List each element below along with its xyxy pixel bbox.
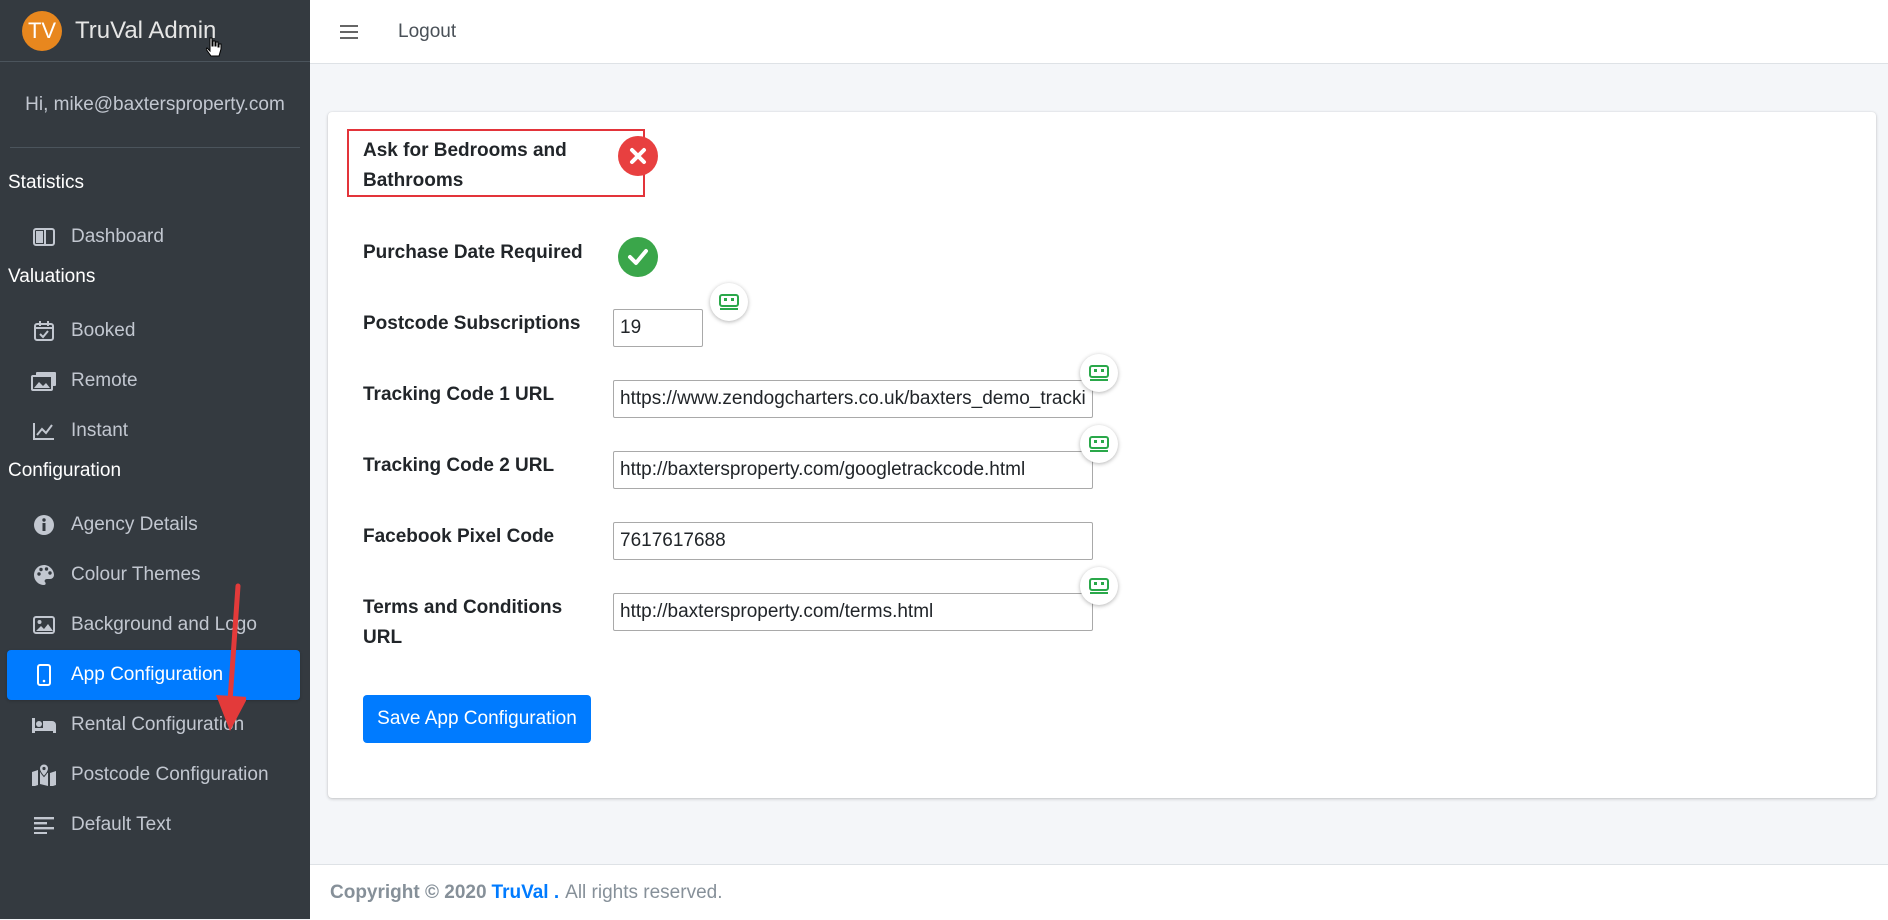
align-left-icon: [30, 813, 58, 837]
extension-badge-icon[interactable]: [710, 283, 748, 321]
sidebar: TV TruVal Admin Hi, mike@baxtersproperty…: [0, 0, 310, 919]
sidebar-item-postcode-configuration[interactable]: Postcode Configuration: [7, 750, 300, 800]
purchase-date-toggle[interactable]: [618, 237, 658, 277]
facebook-pixel-label: Facebook Pixel Code: [363, 526, 555, 547]
tracking-code-2-label: Tracking Code 2 URL: [363, 455, 555, 476]
extension-badge-icon[interactable]: [1080, 567, 1118, 605]
sidebar-item-label: Colour Themes: [71, 564, 201, 585]
image-icon: [30, 613, 58, 637]
sidebar-item-instant[interactable]: Instant: [7, 406, 300, 456]
brand-link[interactable]: TV TruVal Admin: [0, 0, 310, 62]
annotation-arrow-icon: [216, 583, 246, 731]
sidebar-item-label: Postcode Configuration: [71, 764, 269, 785]
sidebar-item-dashboard[interactable]: Dashboard: [7, 212, 300, 262]
map-marked-icon: [30, 763, 58, 787]
sidebar-item-label: App Configuration: [71, 664, 224, 685]
postcode-subscriptions-input[interactable]: [613, 309, 703, 347]
terms-url-label: Terms and Conditions URL: [363, 597, 563, 648]
info-circle-icon: [30, 513, 58, 537]
close-circle-icon: [630, 148, 646, 164]
extension-badge-icon[interactable]: [1080, 425, 1118, 463]
sidebar-item-background-logo[interactable]: Background and Logo: [7, 600, 300, 650]
sidebar-item-label: Default Text: [71, 814, 171, 835]
tracking-code-1-label: Tracking Code 1 URL: [363, 384, 555, 405]
sidebar-item-colour-themes[interactable]: Colour Themes: [7, 550, 300, 600]
sidebar-item-remote[interactable]: Remote: [7, 356, 300, 406]
bed-icon: [30, 713, 58, 737]
sidebar-item-booked[interactable]: Booked: [7, 306, 300, 356]
purchase-date-label: Purchase Date Required: [363, 242, 583, 263]
top-navbar: Logout: [310, 0, 1888, 64]
ask-bed-bath-toggle[interactable]: [618, 136, 658, 176]
line-chart-icon: [30, 419, 58, 443]
facebook-pixel-input[interactable]: [613, 522, 1093, 560]
sidebar-item-agency-details[interactable]: Agency Details: [7, 500, 300, 550]
extension-badge-icon[interactable]: [1080, 354, 1118, 392]
check-circle-icon: [628, 249, 648, 265]
ask-bed-bath-label: Ask for Bedrooms and Bathrooms: [363, 140, 567, 191]
mouse-cursor-icon: [206, 37, 222, 57]
app-configuration-card: Ask for Bedrooms and Bathrooms Purchase …: [328, 112, 1876, 798]
images-icon: [30, 369, 58, 393]
save-app-configuration-button[interactable]: Save App Configuration: [363, 695, 591, 743]
terms-url-input[interactable]: [613, 593, 1093, 631]
menu-toggle-icon[interactable]: [340, 24, 358, 39]
calendar-check-icon: [30, 319, 58, 343]
sidebar-item-label: Remote: [71, 370, 138, 391]
mobile-phone-icon: [30, 663, 58, 687]
sidebar-item-label: Agency Details: [71, 514, 198, 535]
user-greeting[interactable]: Hi, mike@baxtersproperty.com: [10, 62, 300, 148]
postcode-subscriptions-label: Postcode Subscriptions: [363, 313, 581, 334]
sidebar-item-label: Booked: [71, 320, 136, 341]
sidebar-item-label: Dashboard: [71, 226, 164, 247]
nav-header-valuations: Valuations: [8, 266, 96, 287]
brand-name: TruVal Admin: [75, 16, 217, 44]
sidebar-item-app-configuration[interactable]: App Configuration: [7, 650, 300, 700]
tracking-code-1-input[interactable]: [613, 380, 1093, 418]
copyright-text: Copyright © 2020: [330, 881, 487, 903]
nav-header-statistics: Statistics: [8, 172, 85, 193]
tracking-code-2-input[interactable]: [613, 451, 1093, 489]
nav-header-configuration: Configuration: [8, 460, 122, 481]
brand-logo: TV: [22, 10, 62, 51]
footer-brand-link[interactable]: TruVal .: [492, 882, 560, 904]
sidebar-item-default-text[interactable]: Default Text: [7, 800, 300, 850]
sidebar-item-rental-configuration[interactable]: Rental Configuration: [7, 700, 300, 750]
dashboard-icon: [30, 225, 58, 249]
sidebar-item-label: Instant: [71, 420, 129, 441]
rights-text: All rights reserved.: [565, 881, 723, 903]
logout-link[interactable]: Logout: [398, 21, 456, 43]
palette-icon: [30, 563, 58, 587]
footer: Copyright © 2020 TruVal . All rights res…: [310, 864, 1888, 920]
